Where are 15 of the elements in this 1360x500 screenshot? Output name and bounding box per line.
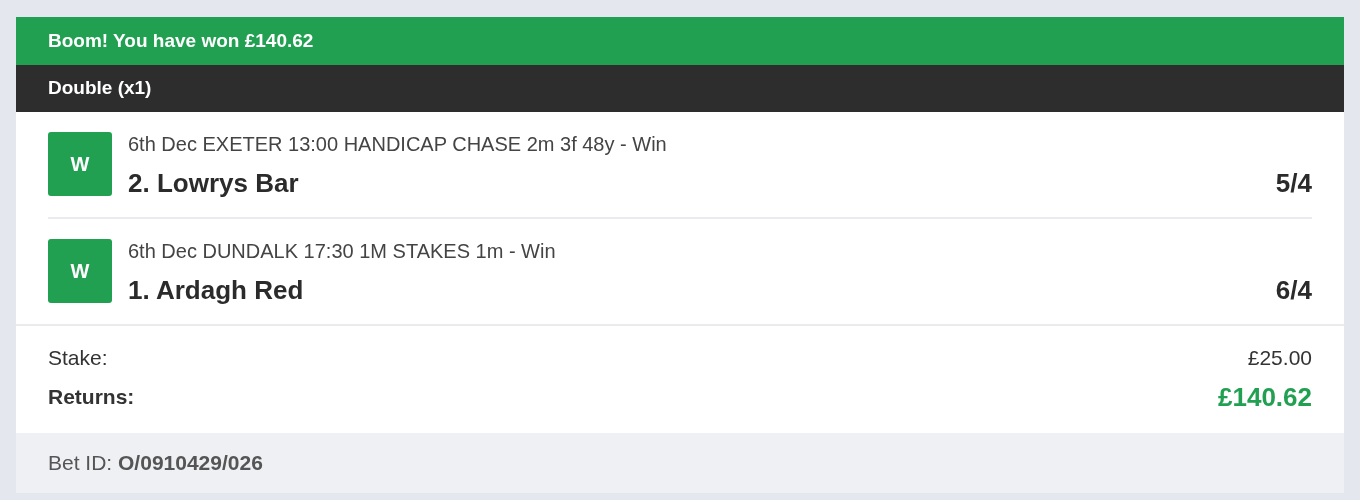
bet-type: Double (x1) [48,76,152,101]
race-info: 6th Dec EXETER 13:00 HANDICAP CHASE 2m 3f 48y - Win [128,132,668,156]
selection-name: 1. Ardagh Red [128,274,304,307]
stake-value: £25.00 [1247,345,1312,371]
race-info: 6th Dec DUNDALK 17:30 1M STAKES 1m - Win [128,239,557,263]
odds-value: 5/4 [1275,167,1312,200]
stake-label: Stake: [48,345,108,371]
win-message: Boom! You have won £140.62 [48,28,314,53]
selection-name: 2. Lowrys Bar [128,167,299,200]
returns-label: Returns: [48,384,135,411]
result-badge: W [48,132,112,196]
odds-value: 6/4 [1275,274,1312,307]
returns-value: £140.62 [1218,380,1312,414]
bet-id: Bet ID: O/0910429/026 [48,449,263,476]
result-badge: W [48,239,112,303]
